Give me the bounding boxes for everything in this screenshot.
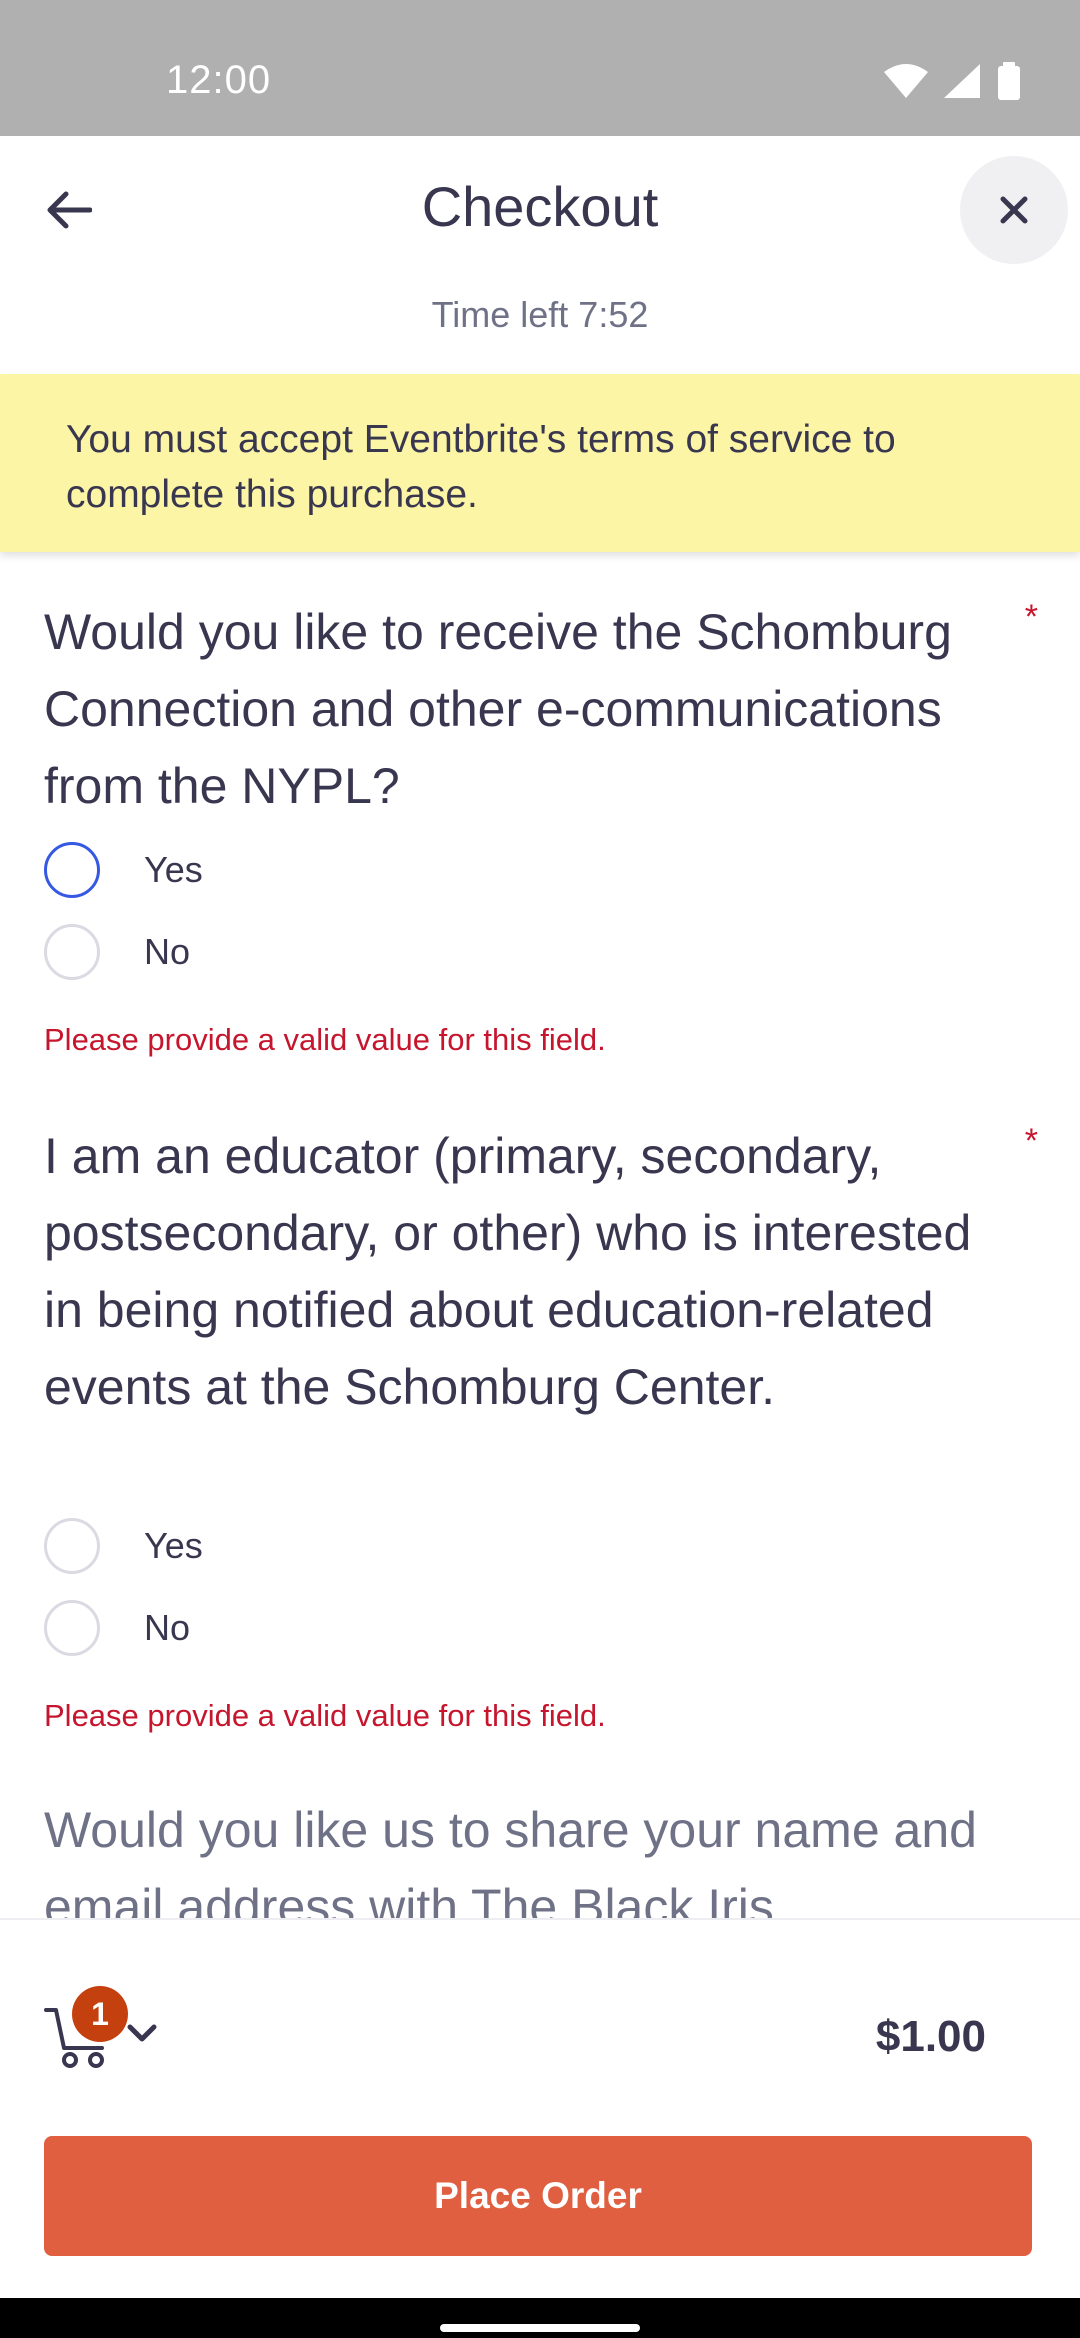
required-marker: * — [1024, 598, 1038, 636]
status-icons — [884, 62, 1020, 100]
radio-button[interactable] — [44, 924, 100, 980]
question-2-option-no[interactable]: No — [44, 1598, 190, 1658]
terms-warning-banner: You must accept Eventbrite's terms of se… — [0, 374, 1080, 552]
signal-icon — [944, 64, 980, 98]
wifi-icon — [884, 64, 928, 98]
chevron-down-icon — [127, 2024, 157, 2042]
question-1-option-yes[interactable]: Yes — [44, 840, 203, 900]
option-label: Yes — [144, 1525, 203, 1566]
battery-icon — [998, 66, 1020, 100]
question-2-error: Please provide a valid value for this fi… — [44, 1698, 606, 1733]
close-button[interactable] — [960, 156, 1068, 264]
status-bar: 12:00 — [0, 0, 1080, 136]
question-1-option-no[interactable]: No — [44, 922, 190, 982]
place-order-button[interactable]: Place Order — [44, 2136, 1032, 2256]
radio-button[interactable] — [44, 842, 100, 898]
option-label: No — [144, 931, 191, 972]
questions-content[interactable]: Would you like to receive the Schomburg … — [0, 552, 1080, 1918]
question-1-text: Would you like to receive the Schomburg … — [44, 604, 952, 814]
radio-button[interactable] — [44, 1600, 100, 1656]
close-icon — [1000, 196, 1028, 224]
question-3-text: Would you like us to share your name and… — [44, 1802, 977, 1918]
required-marker: * — [1024, 1122, 1038, 1160]
order-total: $1.00 — [875, 2012, 986, 2061]
home-gesture-handle[interactable] — [440, 2324, 640, 2332]
question-2-option-yes[interactable]: Yes — [44, 1516, 203, 1576]
option-label: Yes — [144, 849, 203, 890]
radio-button[interactable] — [44, 1518, 100, 1574]
time-left-label: Time left 7:52 — [431, 294, 649, 335]
cart-count-badge: 1 — [72, 1986, 128, 2042]
status-time: 12:00 — [166, 58, 272, 102]
checkout-header: Checkout Time left 7:52 — [0, 136, 1080, 374]
cart-toggle[interactable]: 1 — [44, 1982, 174, 2072]
system-nav-bar — [0, 2298, 1080, 2338]
order-summary-bar: 1 $1.00 Place Order — [0, 1918, 1080, 2298]
question-1-error: Please provide a valid value for this fi… — [44, 1022, 606, 1057]
question-2-text: I am an educator (primary, secondary, po… — [44, 1128, 972, 1415]
page-title: Checkout — [421, 175, 659, 238]
option-label: No — [144, 1607, 191, 1648]
